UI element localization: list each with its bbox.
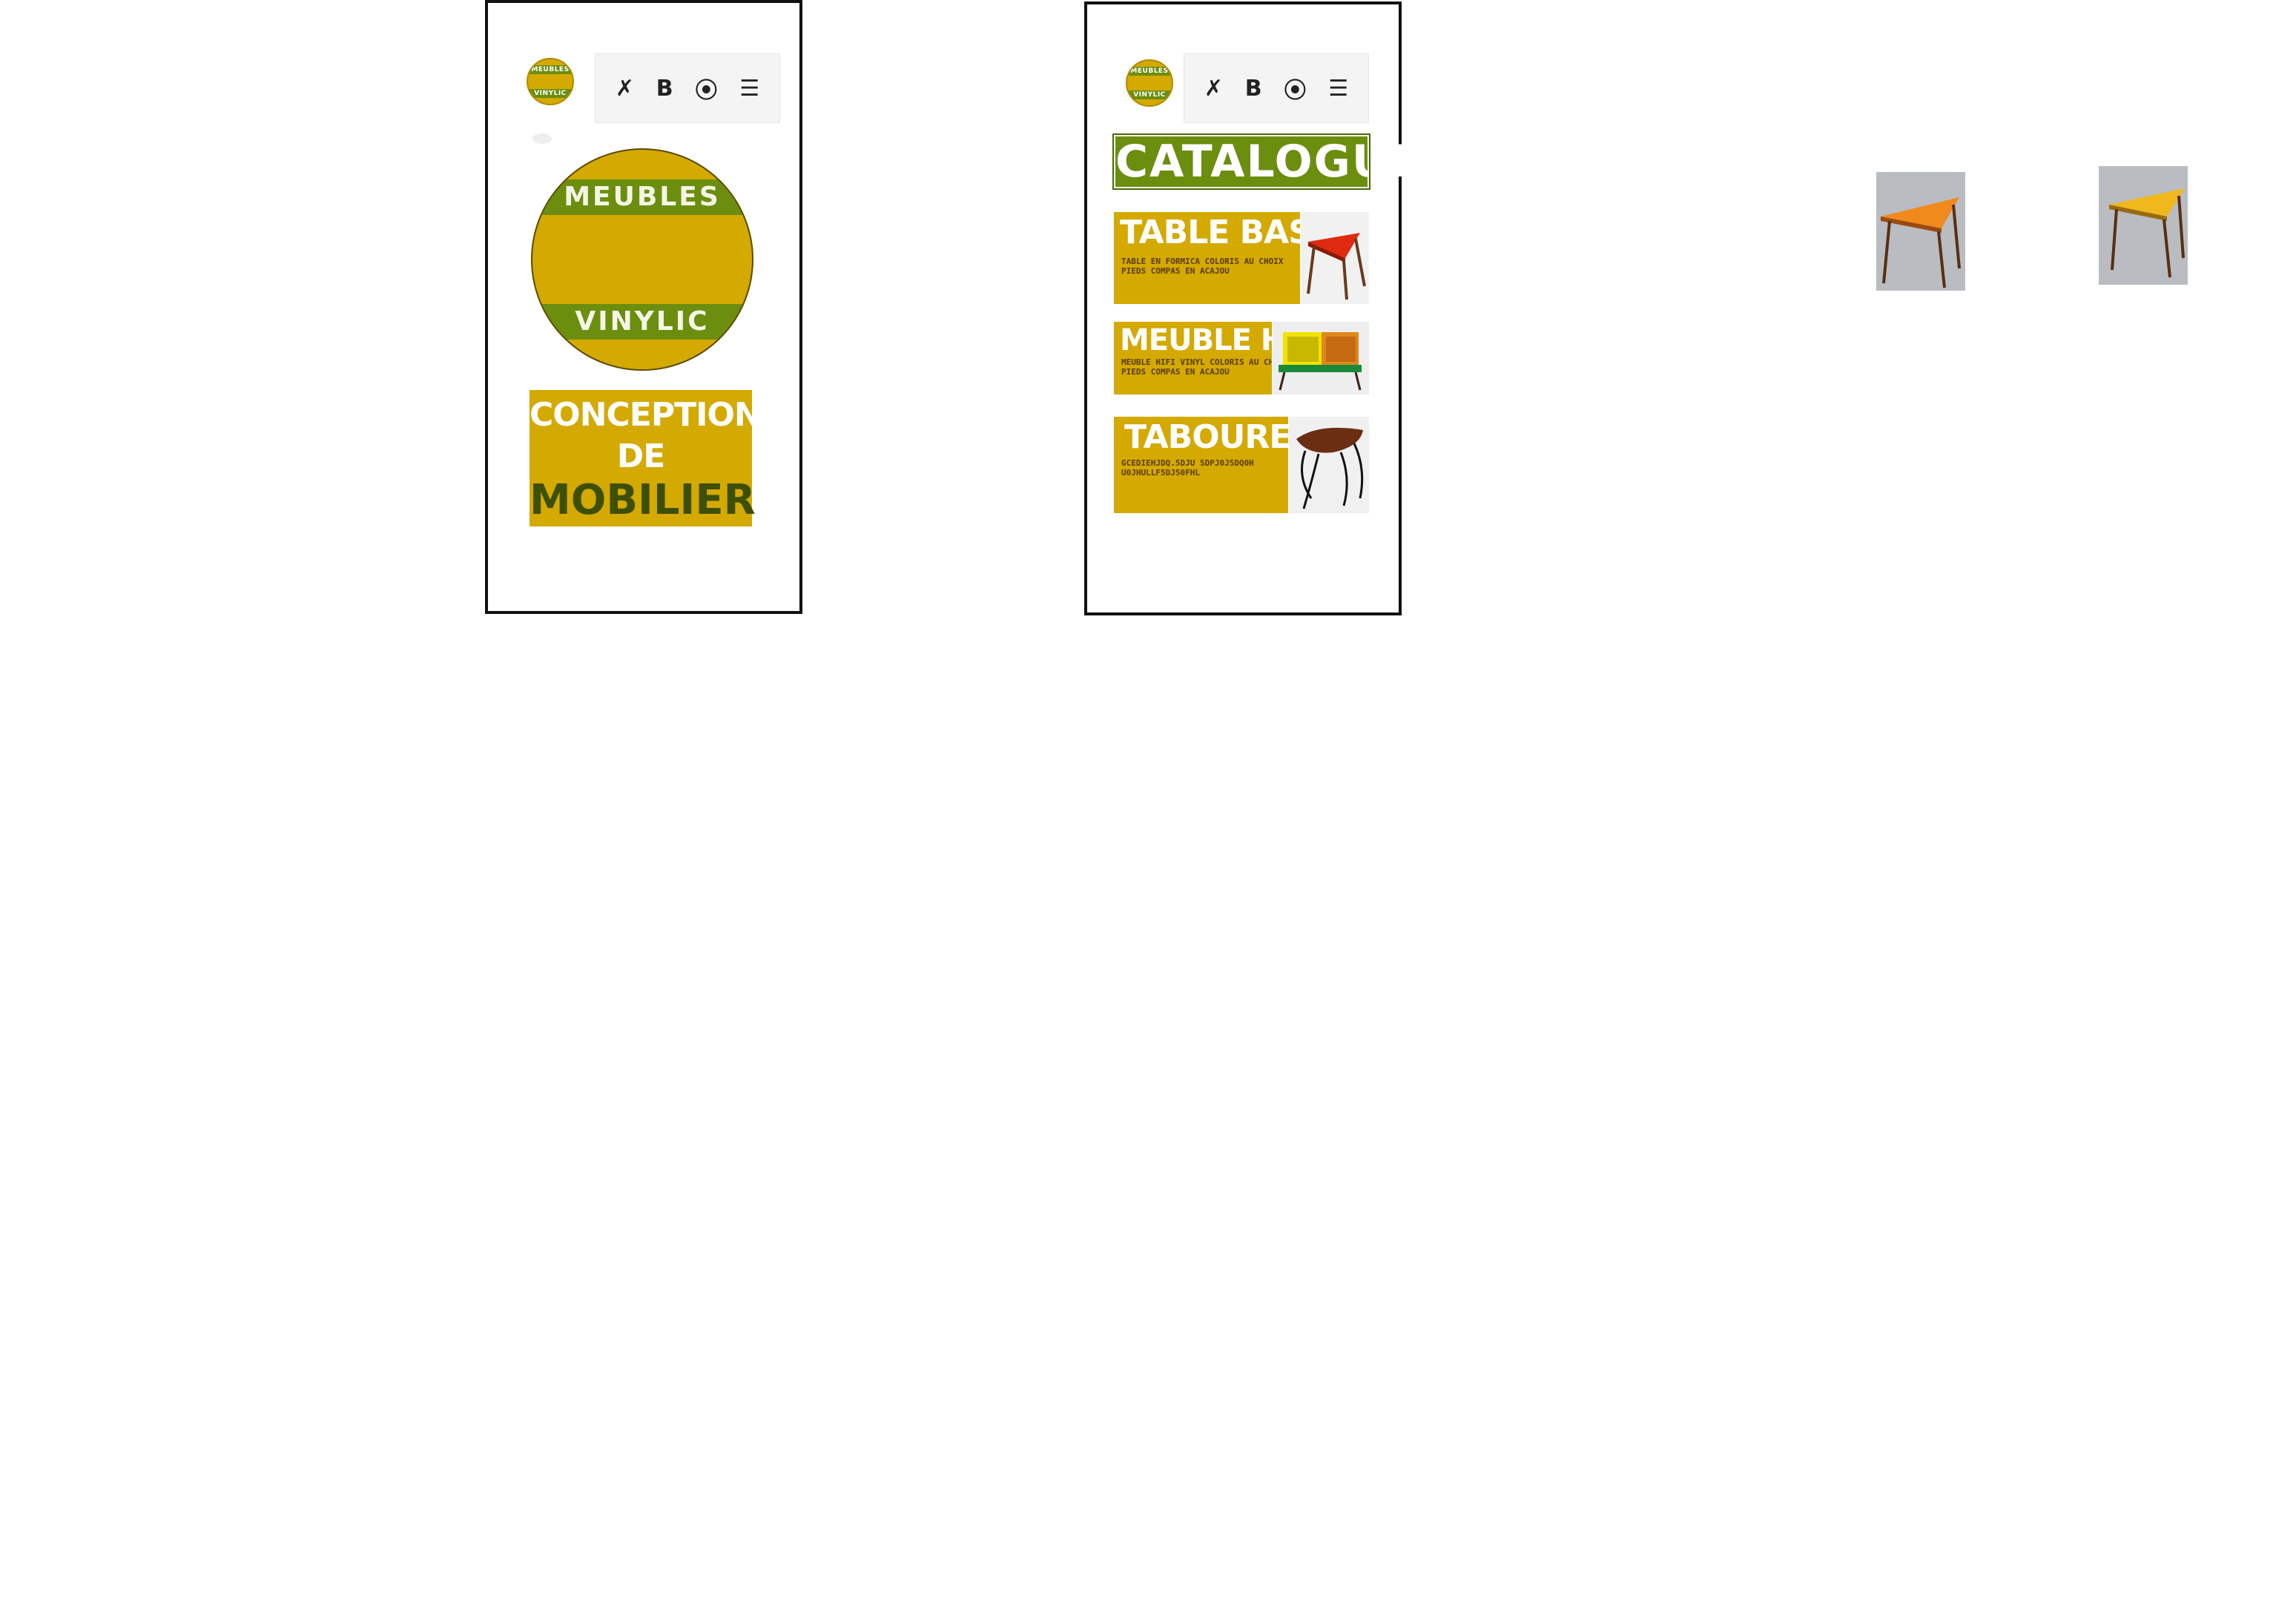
b-icon[interactable]: B [656,76,673,102]
concept-banner: CONCEPTION DE MOBILIER BOIS ET METAL [530,390,762,598]
product-description: TABLE EN FORMICA COLORIS AU CHOIX PIEDS … [1121,257,1284,276]
concept-line-1: CONCEPTION DE [530,396,762,475]
info-icon[interactable]: ⦿ [1284,72,1306,105]
product-card-tabouret[interactable]: TABOURET GCEDIEHJDQ.5DJU 5DPJ0J5DQ0H U0J… [1114,417,1369,513]
close-icon[interactable]: ✗ [1204,76,1223,102]
mini-logo[interactable]: MEUBLES VINYLIC [1126,59,1173,107]
product-description: GCEDIEHJDQ.5DJU 5DPJ0J5DQ0H U0JHULLF5DJ5… [1121,458,1254,478]
close-icon[interactable]: ✗ [616,76,634,102]
decorative-dot [532,133,552,144]
brand-logo: MEUBLES VINYLIC [531,148,753,371]
menu-icon[interactable]: ☰ [739,76,759,102]
catalogue-title: CATALOGUE [1112,133,1422,190]
product-description: MEUBLE HIFI VINYL COLORIS AU CHOIX PIEDS… [1121,357,1288,377]
brand-logo-bottom-text: VINYLIC [532,304,752,340]
mini-logo-bottom-text: VINYLIC [528,89,573,98]
catalogue-screen-frame: MEUBLES VINYLIC ✗ B ⦿ ☰ CATALOGUE TABLE … [1084,1,1422,615]
product-card-meuble-hifi[interactable]: MEUBLE HIFI MEUBLE HIFI VINYL COLORIS AU… [1114,322,1369,394]
product-card-table-basse[interactable]: TABLE BASSE TABLE EN FORMICA COLORIS AU … [1114,212,1369,304]
mini-logo-top-text: MEUBLES [528,65,573,74]
b-icon[interactable]: B [1245,76,1262,102]
product-photo-orange-table[interactable] [1876,172,1965,291]
menu-bar: ✗ B ⦿ ☰ [1184,53,1369,123]
info-icon[interactable]: ⦿ [695,72,717,105]
product-image[interactable] [1288,417,1369,513]
product-image[interactable] [1300,212,1369,304]
menu-icon[interactable]: ☰ [1328,76,1348,102]
home-screen-frame: MEUBLES VINYLIC ✗ B ⦿ ☰ MEUBLES VINYLIC … [485,0,802,614]
mini-logo-bottom-text: VINYLIC [1127,90,1172,99]
concept-line-3: BOIS ET METAL [575,526,706,598]
concept-line-2: MOBILIER [530,476,756,524]
product-title: TABOURET [1124,418,1313,456]
mini-logo[interactable]: MEUBLES VINYLIC [527,58,574,105]
mini-logo-top-text: MEUBLES [1127,67,1172,76]
brand-logo-top-text: MEUBLES [532,179,752,215]
product-photo-yellow-table[interactable] [2099,166,2188,285]
menu-bar: ✗ B ⦿ ☰ [595,53,780,123]
product-image[interactable] [1272,322,1369,394]
